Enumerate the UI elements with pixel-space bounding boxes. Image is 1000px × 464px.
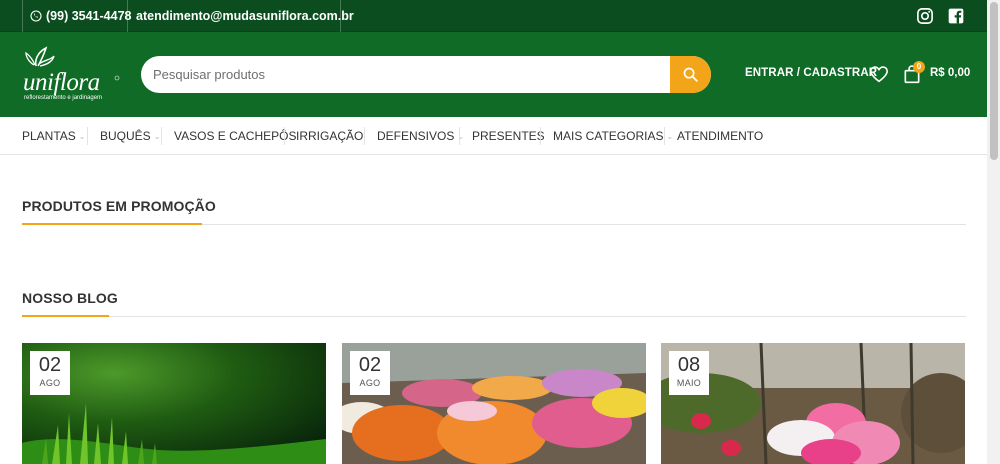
- nav-label: VASOS E CACHEPÔS: [174, 129, 297, 143]
- nav-divider: [284, 127, 285, 145]
- topbar-divider: [340, 0, 341, 32]
- blog-section-title: NOSSO BLOG: [22, 290, 118, 306]
- nav-item-atendimento[interactable]: ATENDIMENTO: [677, 117, 763, 155]
- blog-post-card[interactable]: 08 MAIO: [661, 343, 965, 464]
- post-month: AGO: [359, 378, 381, 388]
- chevron-down-icon: ⌄: [153, 131, 161, 141]
- nav-divider: [87, 127, 88, 145]
- nav-divider: [459, 127, 460, 145]
- facebook-icon[interactable]: [948, 8, 964, 24]
- heart-icon[interactable]: [869, 65, 889, 83]
- search-icon: [683, 67, 698, 82]
- section-accent-line: [22, 315, 109, 317]
- login-register-link[interactable]: ENTRAR / CADASTRAR: [745, 67, 877, 79]
- nav-label: PLANTAS: [22, 129, 76, 143]
- nav-label: IRRIGAÇÃO: [296, 129, 364, 143]
- section-divider: [22, 316, 966, 317]
- instagram-icon[interactable]: [916, 7, 934, 25]
- cart-count-badge: 0: [913, 61, 925, 73]
- post-date-badge: 02 AGO: [30, 351, 70, 395]
- blog-post-card[interactable]: 02 AGO: [22, 343, 326, 464]
- post-date-badge: 02 AGO: [350, 351, 390, 395]
- chevron-down-icon: ⌄: [78, 131, 86, 141]
- nav-label: PRESENTES: [472, 129, 545, 143]
- email-link[interactable]: atendimento@mudasuniflora.com.br: [136, 0, 354, 32]
- post-day: 02: [38, 354, 62, 376]
- search-input[interactable]: [153, 56, 663, 93]
- cart-total[interactable]: R$ 0,00: [930, 67, 970, 79]
- post-month: MAIO: [676, 378, 702, 388]
- nav-item-buques[interactable]: BUQUÊS ⌄: [100, 117, 160, 155]
- nav-label: MAIS CATEGORIAS: [553, 129, 664, 143]
- email-address: atendimento@mudasuniflora.com.br: [136, 9, 354, 23]
- nav-item-mais-categorias[interactable]: MAIS CATEGORIAS ⌄: [553, 117, 673, 155]
- nav-divider: [664, 127, 665, 145]
- nav-divider: [540, 127, 541, 145]
- main-header: uniflora reflorestamento e jardinagem EN…: [0, 32, 987, 117]
- top-bar: (99) 3541-4478 atendimento@mudasuniflora…: [0, 0, 987, 32]
- topbar-divider: [127, 0, 128, 32]
- whatsapp-icon: [30, 10, 42, 22]
- blog-post-card[interactable]: 02 AGO: [342, 343, 646, 464]
- post-day: 02: [358, 354, 382, 376]
- nav-label: DEFENSIVOS: [377, 129, 455, 143]
- nav-item-defensivos[interactable]: DEFENSIVOS ⌄: [377, 117, 464, 155]
- topbar-divider: [22, 0, 23, 32]
- nav-label: ATENDIMENTO: [677, 129, 764, 143]
- page: { "topbar": { "phone": "(99) 3541-4478",…: [0, 0, 1000, 464]
- section-accent-line: [22, 223, 202, 225]
- search-button[interactable]: [670, 56, 711, 93]
- svg-text:reflorestamento e jardinagem: reflorestamento e jardinagem: [24, 95, 102, 101]
- post-day: 08: [677, 354, 701, 376]
- nav-label: BUQUÊS: [100, 129, 151, 143]
- chevron-down-icon: ⌄: [666, 131, 674, 141]
- svg-text:uniflora: uniflora: [23, 69, 100, 96]
- category-nav: PLANTAS ⌄ BUQUÊS ⌄ VASOS E CACHEPÔS IRRIGA…: [0, 117, 987, 155]
- promo-section-title: PRODUTOS EM PROMOÇÃO: [22, 198, 216, 214]
- phone-link[interactable]: (99) 3541-4478: [30, 0, 131, 32]
- scrollbar-thumb[interactable]: [990, 2, 998, 160]
- nav-divider: [161, 127, 162, 145]
- nav-item-irrigacao[interactable]: IRRIGAÇÃO: [296, 117, 363, 155]
- post-date-badge: 08 MAIO: [669, 351, 709, 395]
- nav-item-plantas[interactable]: PLANTAS ⌄: [22, 117, 86, 155]
- uniflora-logo[interactable]: uniflora reflorestamento e jardinagem: [22, 46, 122, 106]
- nav-item-presentes[interactable]: PRESENTES: [472, 117, 545, 155]
- nav-divider: [364, 127, 365, 145]
- post-month: AGO: [39, 378, 61, 388]
- nav-item-vasos[interactable]: VASOS E CACHEPÔS: [174, 117, 296, 155]
- search-bar: [141, 56, 711, 93]
- phone-number: (99) 3541-4478: [46, 9, 132, 23]
